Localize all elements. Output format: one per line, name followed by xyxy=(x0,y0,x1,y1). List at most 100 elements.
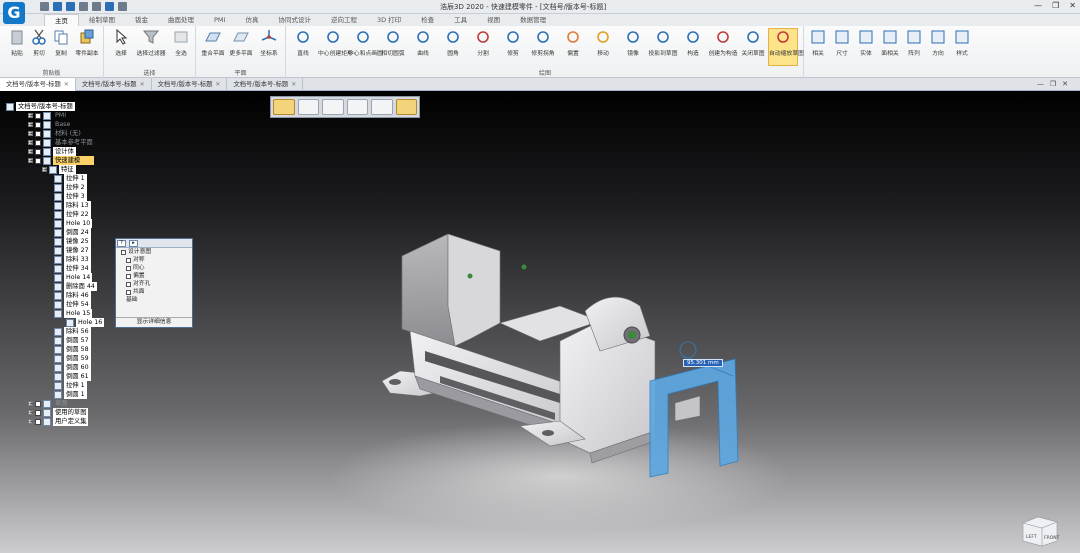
tree-item[interactable]: 倒圆 1 xyxy=(54,390,87,399)
tree-item[interactable]: 拉伸 1 xyxy=(54,174,87,183)
expand-icon[interactable]: + xyxy=(28,419,33,425)
relate-button-1[interactable]: 尺寸 xyxy=(830,29,854,57)
design-intent-row[interactable]: 同心 xyxy=(116,264,192,272)
tree-item[interactable]: 倒圆 61 xyxy=(54,372,91,381)
tab-11[interactable]: 视图 xyxy=(477,14,510,26)
command-bar-tool4-icon[interactable] xyxy=(371,99,393,115)
doc-restore-icon[interactable]: ❐ xyxy=(1050,80,1062,88)
tree-item[interactable]: 镜像 27 xyxy=(54,246,91,255)
tree-item[interactable]: + Base xyxy=(28,120,72,129)
relate-button-4[interactable]: 阵列 xyxy=(902,29,926,57)
tree-item[interactable]: 除料 46 xyxy=(54,291,91,300)
design-intent-row[interactable]: 偏置 xyxy=(116,272,192,280)
expand-icon[interactable]: + xyxy=(28,140,33,146)
intent-checkbox[interactable] xyxy=(126,281,131,287)
close-icon[interactable]: ✕ xyxy=(1069,1,1076,10)
draw-button-0[interactable]: 直线 xyxy=(288,29,318,57)
tree-root[interactable]: 文档号/版本号-标题 xyxy=(6,102,75,111)
tree-item[interactable]: Hole 14 xyxy=(54,273,93,282)
dimension-value-box[interactable]: 95.301 mm xyxy=(683,359,723,367)
document-tab-2[interactable]: 文档号/版本号-标题 ✕ xyxy=(152,78,228,91)
visibility-checkbox[interactable] xyxy=(35,418,41,425)
close-icon[interactable]: ✕ xyxy=(215,78,220,91)
tree-item[interactable]: 删除面 44 xyxy=(54,282,97,291)
close-icon[interactable]: ✕ xyxy=(64,78,69,91)
visibility-checkbox[interactable] xyxy=(35,400,41,407)
part-copy-button[interactable]: 零件副本 xyxy=(72,29,102,57)
view-cube[interactable]: LEFT FRONT xyxy=(1020,515,1060,547)
visibility-checkbox[interactable] xyxy=(35,121,41,128)
doc-close-icon[interactable]: ✕ xyxy=(1062,80,1074,88)
command-bar-tool5-icon[interactable] xyxy=(395,99,417,115)
expand-icon[interactable]: + xyxy=(42,167,47,173)
tab-6[interactable]: 协同式设计 xyxy=(268,14,321,26)
expand-icon[interactable]: + xyxy=(28,401,33,407)
draw-button-9[interactable]: 偏置 xyxy=(558,29,588,57)
command-bar-tool2-icon[interactable] xyxy=(322,99,344,115)
relate-button-6[interactable]: 样式 xyxy=(950,29,974,57)
expand-icon[interactable]: + xyxy=(28,158,33,164)
tree-item[interactable]: + 材料 (无) xyxy=(28,129,83,138)
open-icon[interactable] xyxy=(53,2,62,11)
tree-item[interactable]: + 草图 xyxy=(28,399,70,408)
intent-checkbox[interactable] xyxy=(126,257,131,263)
tab-3[interactable]: 曲面处理 xyxy=(158,14,204,26)
tree-item[interactable]: Hole 16 xyxy=(66,318,105,327)
expand-icon[interactable]: + xyxy=(28,113,33,119)
close-icon[interactable]: ✕ xyxy=(291,78,296,91)
tab-5[interactable]: 仿真 xyxy=(235,14,268,26)
expand-icon[interactable]: + xyxy=(28,131,33,137)
redo-icon[interactable] xyxy=(92,2,101,11)
app-logo[interactable]: G xyxy=(3,2,25,24)
intent-checkbox[interactable] xyxy=(126,289,131,295)
tab-8[interactable]: 3D 打印 xyxy=(367,14,411,26)
draw-button-2[interactable]: 中心和点画圆 xyxy=(348,29,383,57)
tree-item[interactable]: 倒圆 60 xyxy=(54,363,91,372)
draw-button-1[interactable]: 中心创建矩形 xyxy=(318,29,353,57)
tree-item[interactable]: + 基本参考平面 xyxy=(28,138,95,147)
help-icon[interactable]: ? xyxy=(117,240,126,247)
tree-item[interactable]: 除料 13 xyxy=(54,201,91,210)
draw-button-12[interactable]: 投影到草图 xyxy=(648,29,678,57)
relate-button-3[interactable]: 面相关 xyxy=(878,29,902,57)
tree-item[interactable]: 倒圆 57 xyxy=(54,336,91,345)
tree-item[interactable]: + 快速建模 xyxy=(28,156,95,165)
tree-item[interactable]: 倒圆 24 xyxy=(54,228,91,237)
tab-9[interactable]: 检查 xyxy=(411,14,444,26)
options-icon[interactable] xyxy=(118,2,127,11)
document-tab-3[interactable]: 文档号/版本号-标题 ✕ xyxy=(227,78,304,91)
intent-checkbox[interactable] xyxy=(126,265,131,271)
intent-checkbox[interactable] xyxy=(126,273,131,279)
tree-item[interactable]: + 设计体 xyxy=(28,147,76,156)
tree-item[interactable]: 拉伸 54 xyxy=(54,300,91,309)
visibility-checkbox[interactable] xyxy=(35,157,41,164)
visibility-checkbox[interactable] xyxy=(35,112,41,119)
tree-item[interactable]: 拉伸 1 xyxy=(54,381,87,390)
select-filter-button[interactable]: 选择过滤器 xyxy=(136,29,166,57)
visibility-checkbox[interactable] xyxy=(35,409,41,416)
tree-item[interactable]: 镜像 25 xyxy=(54,237,91,246)
draw-button-14[interactable]: 创建为构造 xyxy=(708,29,738,57)
tab-2[interactable]: 钣金 xyxy=(125,14,158,26)
draw-button-10[interactable]: 移动 xyxy=(588,29,618,57)
draw-button-15[interactable]: 关闭草图 xyxy=(738,29,768,57)
coincident-plane-button[interactable]: 重合平面 xyxy=(198,29,228,57)
intent-checkbox[interactable] xyxy=(121,249,126,255)
tree-item[interactable]: + 使用的草图 xyxy=(28,408,89,417)
design-intent-row[interactable]: 对称 xyxy=(116,256,192,264)
design-intent-row[interactable]: 对齐孔 xyxy=(116,280,192,288)
more-planes-button[interactable]: 更多平面 xyxy=(226,29,256,57)
visibility-checkbox[interactable] xyxy=(35,130,41,137)
tree-item[interactable]: 拉伸 34 xyxy=(54,264,91,273)
tree-item[interactable]: Hole 10 xyxy=(54,219,93,228)
new-icon[interactable] xyxy=(40,2,49,11)
tree-item[interactable]: 倒圆 59 xyxy=(54,354,91,363)
undo-icon[interactable] xyxy=(79,2,88,11)
tree-item[interactable]: + 特征 xyxy=(42,165,76,174)
draw-button-16[interactable]: 自动缩放草图 xyxy=(768,28,804,66)
command-bar-tool3-icon[interactable] xyxy=(346,99,368,115)
select-button[interactable]: 选择 xyxy=(106,29,136,57)
tree-item[interactable]: 拉伸 22 xyxy=(54,210,91,219)
tree-item[interactable]: Hole 15 xyxy=(54,309,93,318)
tree-item[interactable]: + 用户定义集 xyxy=(28,417,89,426)
